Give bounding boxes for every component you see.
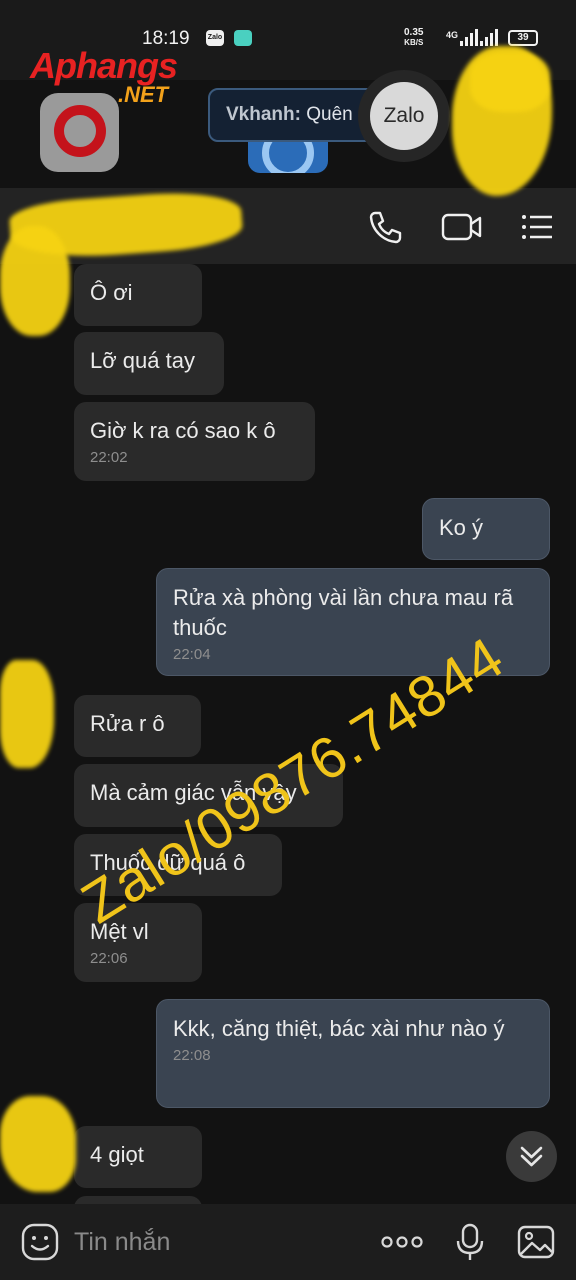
message-time: 22:06 xyxy=(90,950,128,967)
scroll-to-bottom-button[interactable] xyxy=(506,1131,557,1182)
menu-icon[interactable] xyxy=(518,208,556,246)
message-time: 22:02 xyxy=(90,449,128,466)
message-list[interactable]: Ô ơi Lỡ quá tay Giờ k ra có sao k ô 22:0… xyxy=(0,264,576,1204)
message-outgoing[interactable]: Kkk, căng thiệt, bác xài như nào ý 22:08 xyxy=(156,999,550,1108)
zalo-notification-icon: Zalo xyxy=(206,30,224,46)
message-incoming[interactable]: Ô ơi xyxy=(74,264,202,326)
more-icon[interactable] xyxy=(380,1222,424,1262)
network-speed: 0.35 KB/S xyxy=(404,28,423,48)
watermark-logo-domain: .NET xyxy=(118,82,169,107)
image-icon[interactable] xyxy=(516,1222,556,1262)
redaction-mark xyxy=(0,660,54,768)
signal-icon-2 xyxy=(480,26,498,46)
message-outgoing[interactable]: Ko ý xyxy=(422,498,550,560)
message-text: Ko ý xyxy=(439,515,484,540)
network-speed-unit: KB/S xyxy=(404,38,424,47)
message-text: Kkk, căng thiệt, bác xài như nào ý xyxy=(173,1016,505,1041)
message-incoming-partial[interactable] xyxy=(74,1196,202,1204)
message-text: Rửa xà phòng vài lần chưa mau rã thuốc xyxy=(173,585,514,640)
redaction-mark xyxy=(470,52,550,112)
network-type: 4G xyxy=(446,30,459,40)
message-text: Giờ k ra có sao k ô xyxy=(90,418,276,443)
network-speed-value: 0.35 xyxy=(404,27,424,38)
message-input[interactable]: Tin nhắn xyxy=(74,1228,170,1257)
app-icon-ring xyxy=(54,105,106,157)
video-call-icon[interactable] xyxy=(440,208,484,246)
notification-sender: Vkhanh: xyxy=(226,104,301,125)
notification-preview: Quên xyxy=(306,104,353,125)
microphone-icon[interactable] xyxy=(450,1222,490,1262)
redaction-mark xyxy=(0,1096,76,1192)
sticker-icon[interactable] xyxy=(20,1222,60,1262)
zalo-chat-head[interactable]: Zalo xyxy=(358,70,450,162)
message-time: 22:08 xyxy=(173,1047,211,1064)
phone-icon[interactable] xyxy=(366,208,404,246)
message-incoming[interactable]: Rửa r ô xyxy=(74,695,201,757)
message-incoming[interactable]: Giờ k ra có sao k ô 22:02 xyxy=(74,402,315,481)
redaction-mark xyxy=(0,226,70,336)
message-text: Rửa r ô xyxy=(90,711,165,736)
signal-icon xyxy=(460,26,478,46)
message-input-bar: Tin nhắn xyxy=(0,1204,576,1280)
chat-notification-icon xyxy=(234,30,252,46)
watermark-logo: Aphangs xyxy=(30,45,178,86)
message-text: Ô ơi xyxy=(90,280,133,305)
message-text: Lỡ quá tay xyxy=(90,348,195,373)
message-text: 4 giọt xyxy=(90,1142,144,1167)
battery-icon: 39 xyxy=(508,30,538,46)
message-incoming[interactable]: 4 giọt xyxy=(74,1126,202,1188)
zalo-chat-head-label: Zalo xyxy=(370,82,438,150)
double-chevron-down-icon xyxy=(520,1146,543,1167)
message-incoming[interactable]: Lỡ quá tay xyxy=(74,332,224,395)
